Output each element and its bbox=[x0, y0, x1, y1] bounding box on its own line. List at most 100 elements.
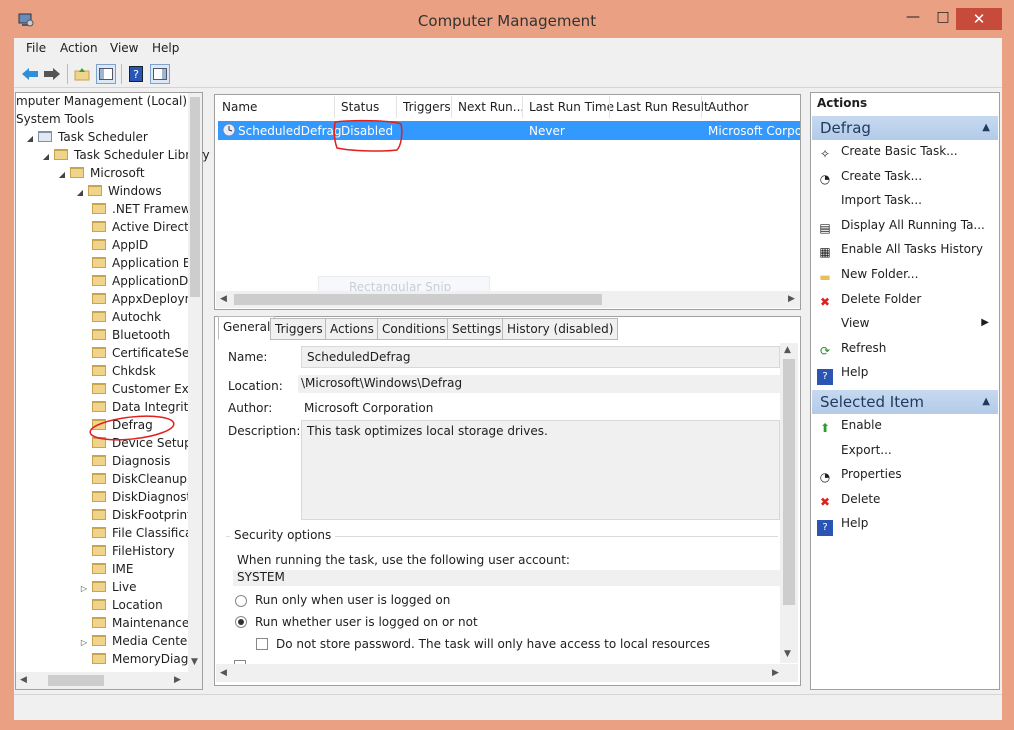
tree-item[interactable]: Customer Exp bbox=[92, 380, 196, 398]
action-item[interactable]: ▬ New Folder... bbox=[817, 262, 995, 286]
list-hscroll-thumb[interactable] bbox=[234, 294, 602, 305]
tree-item[interactable]: Diagnosis bbox=[92, 452, 170, 470]
close-button[interactable]: ✕ bbox=[956, 8, 1002, 30]
action-item[interactable]: ◔ Properties bbox=[817, 462, 995, 486]
menu-view[interactable]: View bbox=[110, 41, 138, 55]
tree-item[interactable]: Bluetooth bbox=[92, 326, 170, 344]
help-icon[interactable]: ? bbox=[126, 64, 146, 84]
tree-item[interactable]: ◢ Task Scheduler Library bbox=[42, 146, 210, 164]
expand-arrow-icon[interactable]: ▷ bbox=[80, 580, 88, 598]
tree-item[interactable]: DiskCleanup bbox=[92, 470, 187, 488]
tree-item[interactable]: ApplicationDa bbox=[92, 272, 196, 290]
tree-item[interactable]: Maintenance bbox=[92, 614, 189, 632]
tab-conditions[interactable]: Conditions bbox=[377, 318, 451, 340]
tree-item[interactable]: FileHistory bbox=[92, 542, 175, 560]
action-item[interactable]: ▦ Enable All Tasks History bbox=[817, 237, 995, 261]
expand-arrow-icon[interactable]: ▷ bbox=[80, 634, 88, 652]
column-header-triggers[interactable]: Triggers bbox=[403, 100, 451, 116]
menu-action[interactable]: Action bbox=[60, 41, 98, 55]
list-scroll-left[interactable]: ◀ bbox=[220, 294, 227, 304]
action-item[interactable]: ✖ Delete bbox=[817, 487, 995, 511]
column-header-last-run-time[interactable]: Last Run Time bbox=[529, 100, 614, 116]
tree-item[interactable]: .NET Framewo bbox=[92, 200, 198, 218]
details-scroll-thumb[interactable] bbox=[783, 359, 795, 605]
tree-item[interactable]: ◢ Microsoft bbox=[58, 164, 145, 182]
tree-item[interactable]: System Tools bbox=[16, 110, 94, 128]
action-item[interactable]: Import Task... bbox=[817, 188, 995, 212]
tree-scroll-thumb[interactable] bbox=[190, 97, 200, 297]
tab-history[interactable]: History (disabled) bbox=[502, 318, 619, 340]
menu-help[interactable]: Help bbox=[152, 41, 179, 55]
tree-hscroll-thumb[interactable] bbox=[48, 675, 104, 686]
expand-arrow-icon[interactable]: ◢ bbox=[76, 184, 84, 202]
minimize-button[interactable]: — bbox=[898, 8, 928, 28]
action-item[interactable]: ? Help bbox=[817, 511, 995, 537]
column-header-next-run[interactable]: Next Run... bbox=[458, 100, 524, 116]
list-scroll-right[interactable]: ▶ bbox=[788, 294, 795, 304]
tab-triggers[interactable]: Triggers bbox=[270, 318, 328, 340]
tree-item[interactable]: ◢ Windows bbox=[76, 182, 162, 200]
tab-general[interactable]: General bbox=[218, 316, 276, 340]
column-header-status[interactable]: Status bbox=[341, 100, 379, 116]
tree-item[interactable]: Location bbox=[92, 596, 163, 614]
name-field[interactable]: ScheduledDefrag bbox=[301, 346, 780, 368]
tree-item[interactable]: mputer Management (Local) bbox=[16, 92, 187, 110]
tree-item[interactable]: AppID bbox=[92, 236, 148, 254]
details-scroll-left[interactable]: ◀ bbox=[220, 668, 227, 678]
tree-item[interactable]: File Classificat bbox=[92, 524, 197, 542]
tree-item[interactable]: Active Directo bbox=[92, 218, 196, 236]
tree-item[interactable]: AppxDeploym bbox=[92, 290, 196, 308]
details-horizontal-scrollbar[interactable]: ◀ ▶ bbox=[216, 664, 798, 682]
tree-item[interactable]: DiskDiagnostic bbox=[92, 488, 201, 506]
action-item[interactable]: ▤ Display All Running Ta... bbox=[817, 213, 995, 237]
tree-item[interactable]: CertificateServ bbox=[92, 344, 201, 362]
tree-item[interactable]: ▷ Live bbox=[81, 578, 137, 596]
details-scroll-down[interactable]: ▼ bbox=[784, 649, 791, 659]
column-header-name[interactable]: Name bbox=[222, 100, 257, 116]
section-selected-item[interactable]: Selected Item ▲ bbox=[812, 390, 998, 414]
tree-horizontal-scrollbar[interactable]: ◀ ▶ bbox=[16, 672, 202, 689]
radio-logged-on-or-not[interactable] bbox=[235, 616, 247, 628]
show-hide-tree-icon[interactable] bbox=[96, 64, 116, 84]
do-not-store-password-checkbox[interactable] bbox=[256, 638, 268, 650]
tree-vertical-scrollbar[interactable]: ▼ bbox=[188, 93, 202, 673]
collapse-icon[interactable]: ▲ bbox=[982, 390, 990, 414]
expand-arrow-icon[interactable]: ◢ bbox=[42, 148, 50, 166]
tree-item[interactable]: Chkdsk bbox=[92, 362, 156, 380]
tab-settings[interactable]: Settings bbox=[447, 318, 507, 340]
tree-item[interactable]: DiskFootprint bbox=[92, 506, 192, 524]
section-defrag[interactable]: Defrag ▲ bbox=[812, 116, 998, 140]
maximize-button[interactable]: □ bbox=[928, 8, 958, 28]
column-header-last-run-result[interactable]: Last Run Result bbox=[616, 100, 709, 116]
tree-item[interactable]: ◢ Task Scheduler bbox=[26, 128, 148, 146]
tree-item[interactable]: ▷ Media Center bbox=[81, 632, 192, 650]
details-vertical-scrollbar[interactable]: ▲ ▼ bbox=[780, 343, 798, 663]
expand-arrow-icon[interactable]: ◢ bbox=[58, 166, 66, 184]
action-item[interactable]: ? Help bbox=[817, 360, 995, 386]
tree-item[interactable]: Autochk bbox=[92, 308, 161, 326]
show-hide-action-pane-icon[interactable] bbox=[150, 64, 170, 84]
action-item[interactable]: ⟳ Refresh bbox=[817, 336, 995, 360]
task-list-horizontal-scrollbar[interactable]: ◀ ▶ bbox=[216, 291, 800, 308]
tab-actions[interactable]: Actions bbox=[325, 318, 379, 340]
tree-scroll-right[interactable]: ▶ bbox=[174, 675, 181, 685]
action-item[interactable]: ✖ Delete Folder bbox=[817, 287, 995, 311]
radio-logged-on[interactable] bbox=[235, 595, 247, 607]
details-scroll-up[interactable]: ▲ bbox=[784, 345, 791, 355]
action-item[interactable]: View ▶ bbox=[817, 311, 995, 335]
collapse-icon[interactable]: ▲ bbox=[982, 116, 990, 140]
action-item[interactable]: ✧ Create Basic Task... bbox=[817, 139, 995, 163]
description-field[interactable]: This task optimizes local storage drives… bbox=[301, 420, 780, 520]
up-folder-icon[interactable] bbox=[72, 64, 92, 84]
action-item[interactable]: ⬆ Enable bbox=[817, 413, 995, 437]
action-item[interactable]: Export... bbox=[817, 438, 995, 462]
menu-file[interactable]: File bbox=[26, 41, 46, 55]
tree-item[interactable]: IME bbox=[92, 560, 133, 578]
details-scroll-right[interactable]: ▶ bbox=[772, 668, 779, 678]
tree-scroll-left[interactable]: ◀ bbox=[20, 675, 27, 685]
forward-icon[interactable] bbox=[42, 64, 62, 84]
tree-item[interactable]: MemoryDiagn bbox=[92, 650, 196, 668]
back-icon[interactable] bbox=[20, 64, 40, 84]
tree-item[interactable]: Application Ex bbox=[92, 254, 198, 272]
expand-arrow-icon[interactable]: ◢ bbox=[26, 130, 34, 148]
